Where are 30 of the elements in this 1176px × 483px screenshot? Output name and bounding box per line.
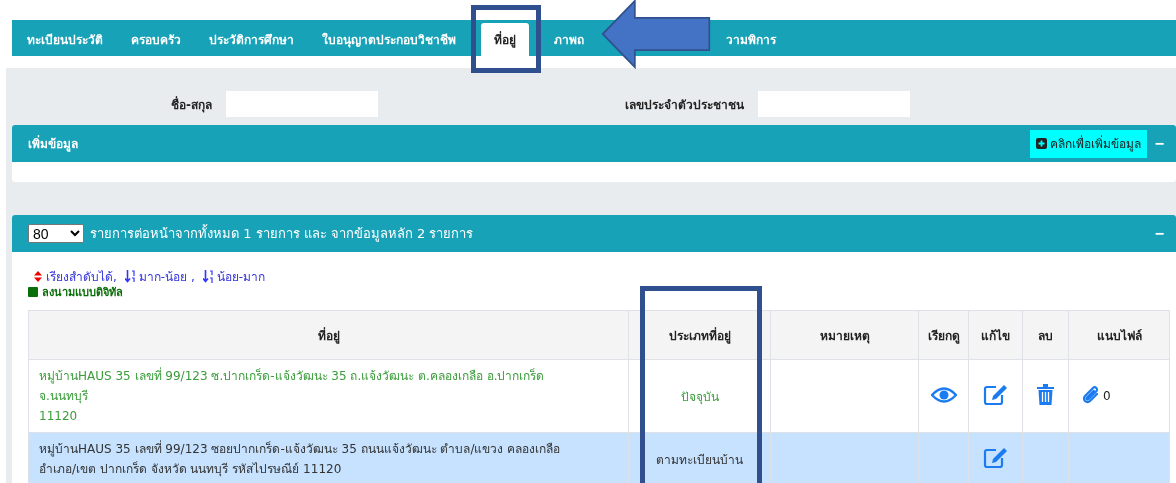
table-cell: หมู่บ้านHAUS 35 เลขที่ 99/123 ซ.ปากเกร็ด-แจ้งวัฒนะ 35 ถ.แจ้งวัฒนะ ต.คลองเกลือ อ.ปากเกร็ด จ.นนทบุรี 11120 bbox=[28, 359, 629, 433]
panel-title: เพิ่มข้อมูล bbox=[28, 134, 79, 153]
column-header: หมายเหตุ bbox=[770, 310, 919, 360]
legend-text: มาก-น้อย , bbox=[138, 268, 195, 286]
legend-text: น้อย-มาก bbox=[216, 268, 266, 286]
table-cell: หมู่บ้านHAUS 35 เลขที่ 99/123 ซอยปากเกร็ด-แจ้งวัฒนะ 35 ถนนแจ้งวัฒนะ ตำบล/แขวง คลองเกลือ อำเภอ/เขต ปากเกร็ด จังหวัด นนทบุรี รหัสไปรษณีย์ 11120 bbox=[28, 432, 629, 483]
field-label: เลขประจำตัวประชาชน bbox=[624, 96, 745, 114]
legend-text: เรียงสำดับได้, bbox=[46, 268, 117, 286]
column-header: ประเภทที่อยู่ bbox=[628, 310, 771, 360]
column-header: ที่อยู่ bbox=[28, 310, 629, 360]
page-size-select[interactable]: 80 bbox=[28, 224, 84, 243]
tab[interactable]: ทะเบียนประวัติ bbox=[14, 23, 116, 56]
column-header: แก้ไข bbox=[968, 310, 1023, 360]
column-header: ลบ bbox=[1022, 310, 1069, 360]
attachment-count: 0 bbox=[1103, 388, 1111, 403]
tab[interactable]: ใบอนุญาตประกอบวิชาชีพ bbox=[309, 23, 469, 56]
tab[interactable]: ภาพถ bbox=[541, 23, 597, 56]
table-cell: ปัจจุบัน bbox=[628, 359, 771, 433]
collapse-button[interactable]: − bbox=[1150, 224, 1168, 243]
column-header: เรียกดู bbox=[918, 310, 969, 360]
field-label: ชื่อ-สกุล bbox=[170, 95, 213, 114]
add-button[interactable]: คลิกเพื่อเพิ่มข้อมูล bbox=[1029, 129, 1147, 158]
legend-text: ลงนามแบบดิจิทัล bbox=[42, 285, 123, 301]
tab[interactable]: ครอบครัว bbox=[118, 23, 194, 56]
tab[interactable]: ที่อยู่ bbox=[481, 23, 529, 56]
panel-title: รายการต่อหน้าจากทั้งหมด 1 รายการ และ จากข้อมูลหลัก 2 รายการ bbox=[90, 223, 475, 244]
tab[interactable]: ประวัติการศึกษา bbox=[196, 23, 307, 56]
tab[interactable]: วามพิการ bbox=[713, 23, 789, 56]
collapse-button[interactable]: − bbox=[1150, 134, 1168, 153]
column-header: แนบไฟล์ bbox=[1068, 310, 1170, 360]
